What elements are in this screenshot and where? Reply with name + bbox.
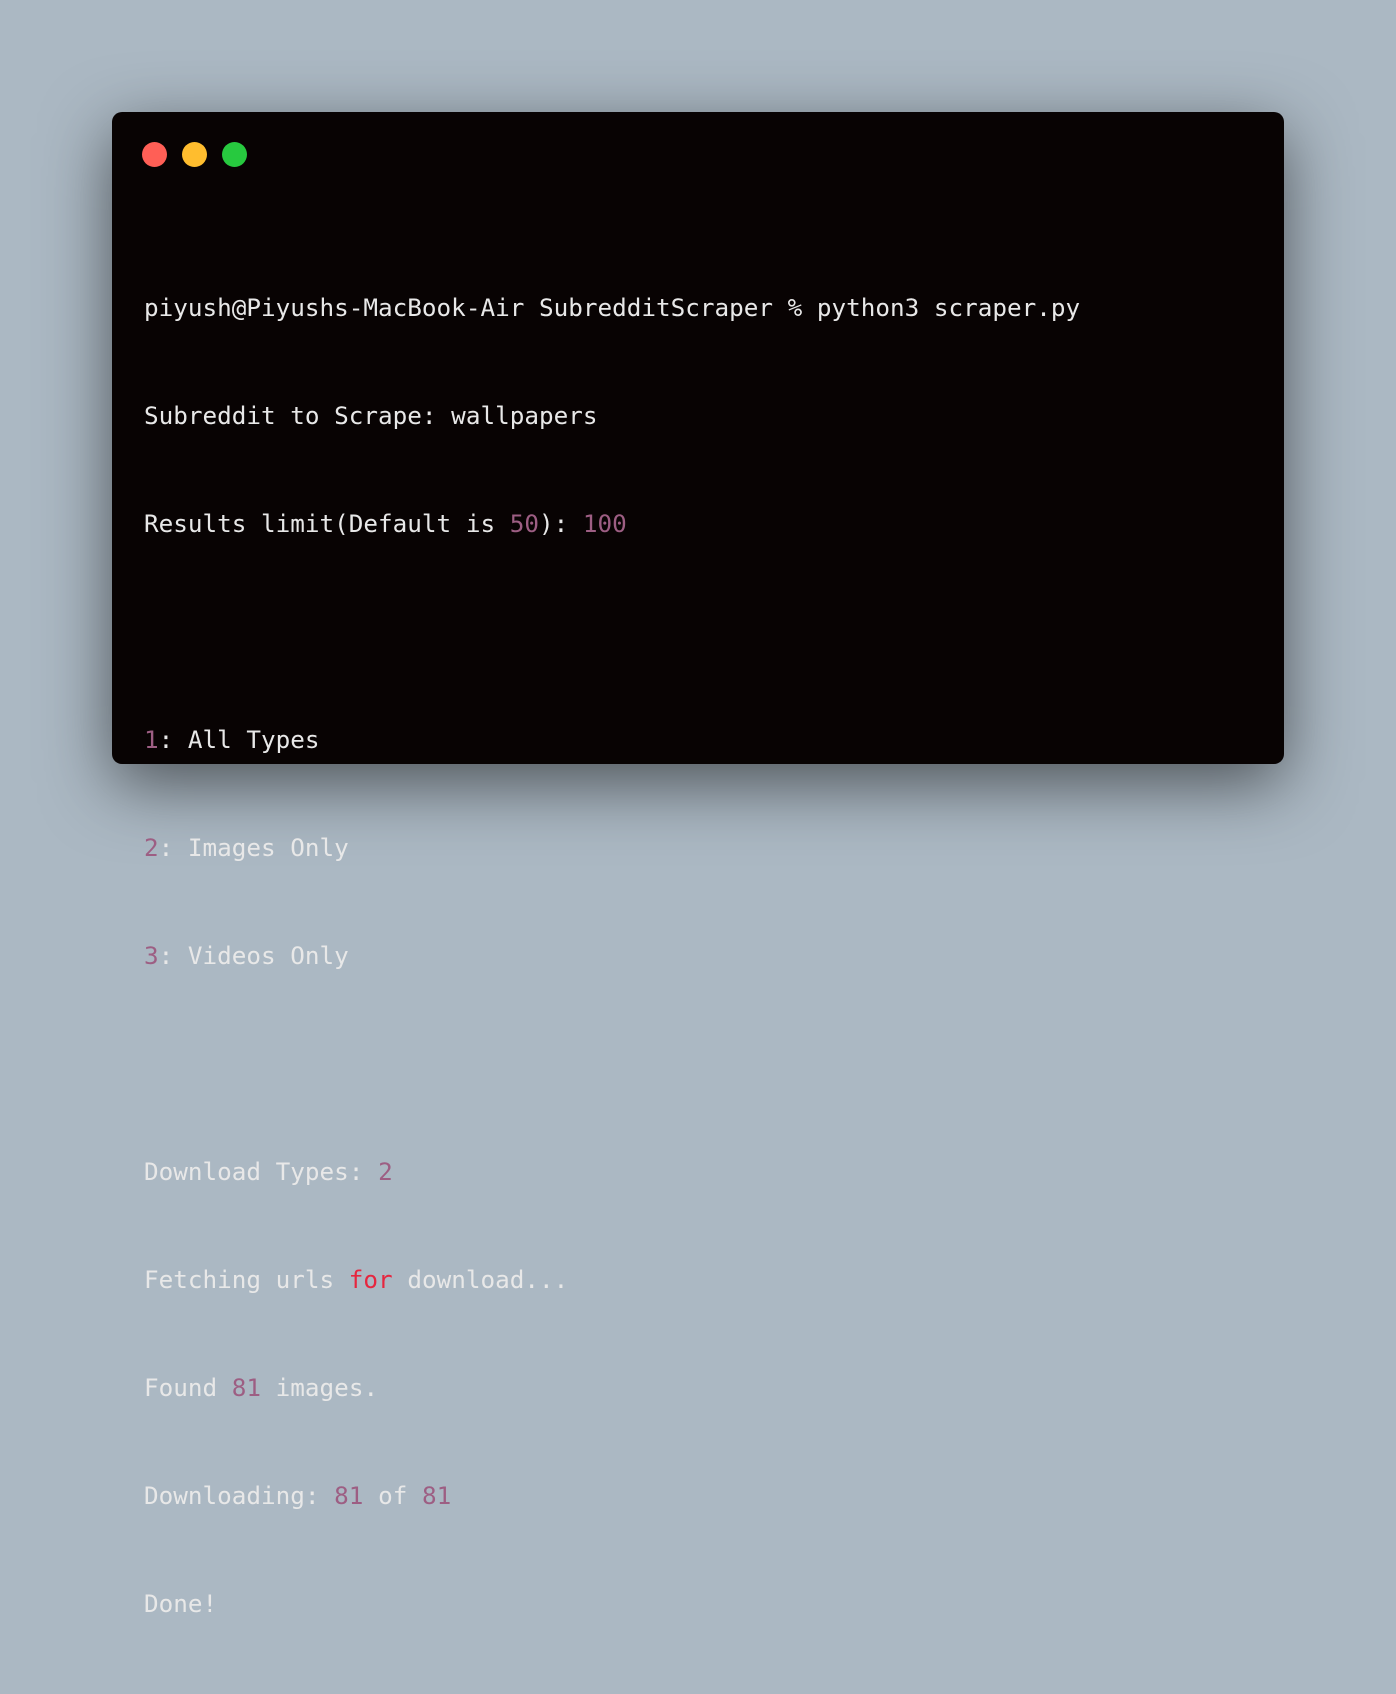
minimize-button[interactable]	[182, 142, 207, 167]
default-limit-number: 50	[509, 509, 539, 538]
terminal-output: piyush@Piyushs-MacBook-Air SubredditScra…	[144, 218, 1080, 1694]
subreddit-prompt-text: Subreddit to Scrape: wallpapers	[144, 401, 598, 430]
keyword-for: for	[348, 1265, 393, 1294]
option-label: : Images Only	[158, 833, 349, 862]
maximize-button[interactable]	[222, 142, 247, 167]
downloaded-count: 81	[334, 1481, 364, 1510]
option-number: 1	[144, 725, 159, 754]
fetching-text: Fetching urls	[144, 1265, 349, 1294]
option-images-only: 2: Images Only	[144, 830, 1080, 866]
done-text: Done!	[144, 1589, 218, 1618]
terminal-window: piyush@Piyushs-MacBook-Air SubredditScra…	[112, 112, 1284, 1618]
results-limit-label: Results limit(Default is	[144, 509, 510, 538]
results-limit-separator: ):	[538, 509, 583, 538]
found-count: 81	[231, 1373, 262, 1402]
download-types-value: 2	[378, 1157, 393, 1186]
found-images-line: Found 81 images.	[144, 1370, 1080, 1406]
option-number: 2	[144, 833, 159, 862]
subreddit-prompt-line: Subreddit to Scrape: wallpapers	[144, 398, 1080, 434]
option-label: : Videos Only	[158, 941, 349, 970]
results-limit-line: Results limit(Default is 50): 100	[144, 506, 1080, 542]
option-label: : All Types	[158, 725, 320, 754]
downloading-progress-line: Downloading: 81 of 81	[144, 1478, 1080, 1514]
window-controls	[142, 142, 247, 167]
close-button[interactable]	[142, 142, 167, 167]
option-all-types: 1: All Types	[144, 722, 1080, 758]
option-number: 3	[144, 941, 159, 970]
command-line: piyush@Piyushs-MacBook-Air SubredditScra…	[144, 290, 1080, 326]
results-limit-value: 100	[582, 509, 627, 538]
downloading-label: Downloading:	[144, 1481, 335, 1510]
total-count: 81	[421, 1481, 452, 1510]
command-text: piyush@Piyushs-MacBook-Air SubredditScra…	[144, 293, 1081, 322]
done-line: Done!	[144, 1586, 1080, 1622]
downloading-of: of	[363, 1481, 422, 1510]
download-types-label: Download Types:	[144, 1157, 379, 1186]
found-suffix: images.	[261, 1373, 379, 1402]
option-videos-only: 3: Videos Only	[144, 938, 1080, 974]
fetching-text-end: download...	[392, 1265, 569, 1294]
fetching-urls-line: Fetching urls for download...	[144, 1262, 1080, 1298]
download-types-line: Download Types: 2	[144, 1154, 1080, 1190]
found-label: Found	[144, 1373, 232, 1402]
